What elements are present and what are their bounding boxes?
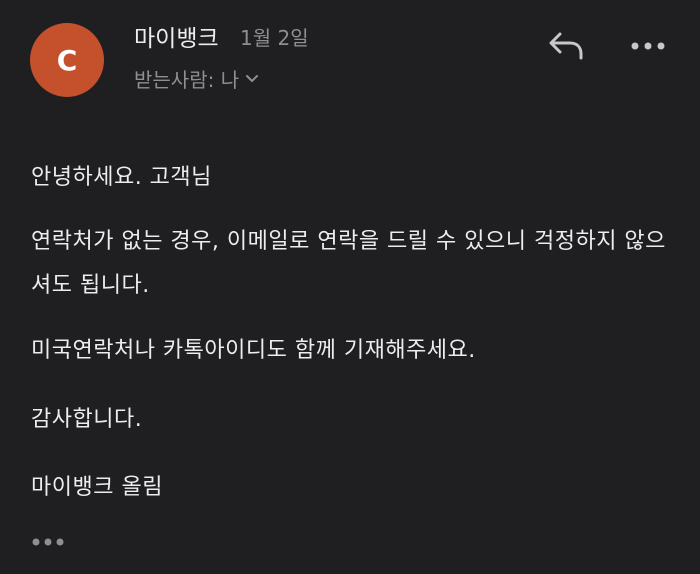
chevron-down-icon [246, 74, 259, 82]
avatar-letter: C [56, 43, 78, 77]
message-closing: 감사합니다. [31, 407, 143, 432]
sender-avatar[interactable]: C [30, 23, 104, 97]
message-greeting: 안녕하세요. 고객님 [31, 165, 212, 190]
reply-icon[interactable] [546, 28, 586, 64]
sender-name[interactable]: 마이뱅크 [134, 19, 219, 53]
message-signature: 마이뱅크 올림 [31, 475, 163, 500]
email-message-view: C 마이뱅크 1월 2일 받는사람: 나 안녕하세요. 고객님 연락처가 없는 … [0, 0, 700, 574]
message-paragraph: 미국연락처나 카톡아이디도 함께 기재해주세요. [31, 338, 476, 363]
message-date: 1월 2일 [240, 26, 309, 50]
recipient-details-toggle[interactable]: 받는사람: 나 [134, 64, 259, 93]
message-paragraph: 연락처가 없는 경우, 이메일로 연락을 드릴 수 있으니 걱정하지 않으셔도 … [31, 229, 666, 298]
show-trimmed-content-icon[interactable] [30, 534, 68, 550]
more-horizontal-icon[interactable] [628, 34, 668, 58]
recipient-label: 받는사람: 나 [134, 68, 240, 92]
